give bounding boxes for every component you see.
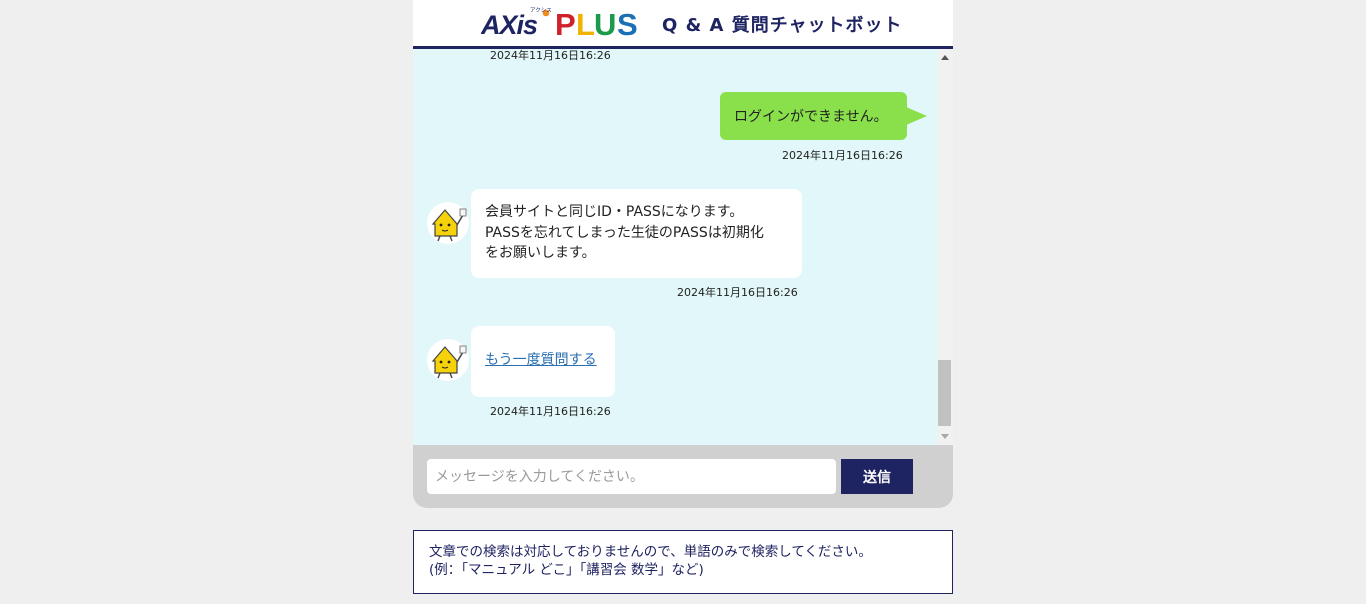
ask-again-link[interactable]: もう一度質問する bbox=[485, 352, 597, 368]
chat-message-area[interactable]: 2024年11月16日16:26 ログインができません。 2024年11月16日… bbox=[413, 49, 953, 445]
message-timestamp: 2024年11月16日16:26 bbox=[490, 405, 611, 418]
user-message-bubble: ログインができません。 bbox=[720, 92, 927, 140]
chatbot-widget: AXis アクシス P L U S Q & A 質問チャットボット 2024年1… bbox=[413, 0, 953, 508]
chatbot-title: Q & A 質問チャットボット bbox=[662, 15, 903, 36]
bot-avatar-icon bbox=[426, 338, 470, 382]
search-notice-box: 文章での検索は対応しておりませんので、単語のみで検索してください。 (例：「マニ… bbox=[413, 530, 953, 594]
bot-message-line: PASSを忘れてしまった生徒のPASSは初期化 bbox=[485, 224, 764, 241]
bot-message-line: 会員サイトと同じID・PASSになります。 bbox=[485, 204, 744, 220]
message-timestamp: 2024年11月16日16:26 bbox=[677, 286, 798, 299]
message-input-bar: 送信 bbox=[413, 445, 953, 508]
bot-message-line: をお願いします。 bbox=[485, 245, 596, 261]
chatbot-header: AXis アクシス P L U S Q & A 質問チャットボット bbox=[413, 0, 953, 49]
bot-message-bubble: 会員サイトと同じID・PASSになります。 PASSを忘れてしまった生徒のPAS… bbox=[471, 189, 802, 278]
bot-message-bubble: もう一度質問する bbox=[471, 326, 615, 397]
bot-avatar-icon bbox=[426, 201, 470, 245]
scrollbar-thumb[interactable] bbox=[938, 360, 951, 426]
notice-text: 文章での検索は対応しておりませんので、単語のみで検索してください。 bbox=[429, 544, 872, 560]
chat-scrollbar[interactable] bbox=[937, 49, 953, 445]
axis-plus-logo: AXis アクシス P L U S bbox=[481, 4, 646, 42]
svg-text:S: S bbox=[617, 7, 638, 42]
svg-text:U: U bbox=[594, 7, 616, 42]
message-input[interactable] bbox=[427, 459, 836, 494]
svg-text:アクシス: アクシス bbox=[530, 7, 552, 14]
svg-text:L: L bbox=[576, 7, 595, 42]
notice-example-text: (例：「マニュアル どこ」「講習会 数学」など) bbox=[429, 562, 704, 578]
scroll-down-arrow-icon[interactable] bbox=[941, 434, 949, 439]
send-button[interactable]: 送信 bbox=[841, 459, 913, 494]
message-timestamp: 2024年11月16日16:26 bbox=[490, 49, 611, 62]
scroll-up-arrow-icon[interactable] bbox=[941, 55, 949, 60]
svg-text:AXis: AXis bbox=[481, 10, 538, 40]
svg-text:P: P bbox=[555, 7, 576, 42]
message-timestamp: 2024年11月16日16:26 bbox=[782, 149, 903, 162]
